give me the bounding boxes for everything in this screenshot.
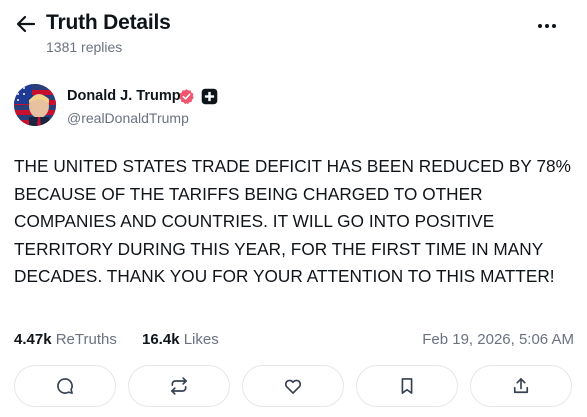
reply-icon: [57, 378, 73, 394]
bookmark-icon: [401, 378, 413, 394]
share-button[interactable]: [470, 365, 572, 407]
post-timestamp: Feb 19, 2026, 5:06 AM: [422, 331, 574, 348]
author-handle[interactable]: @realDonaldTrump: [67, 110, 189, 126]
retruth-icon: [171, 377, 187, 395]
page-header: Truth Details 1381 replies: [0, 0, 587, 62]
verified-badge-icon: [179, 89, 194, 105]
heart-icon: [284, 379, 302, 394]
avatar[interactable]: [14, 84, 56, 126]
post-text: THE UNITED STATES TRADE DEFICIT HAS BEEN…: [14, 156, 571, 287]
page-title: Truth Details: [46, 11, 171, 34]
author-name[interactable]: Donald J. Trump: [67, 88, 181, 104]
post-stats: 4.47k ReTruths 16.4k Likes Feb 19, 2026,…: [14, 331, 574, 351]
share-icon: [513, 378, 529, 394]
back-button[interactable]: [14, 12, 38, 36]
avatar-image: [14, 84, 56, 126]
retruths-label: ReTruths: [55, 331, 117, 348]
retruth-button[interactable]: [128, 365, 230, 407]
retruths-count: 4.47k: [14, 331, 52, 348]
reply-count: 1381 replies: [46, 39, 123, 55]
retruths-stat[interactable]: 4.47k ReTruths: [14, 331, 117, 348]
post-author: Donald J. Trump @realDonaldTrump: [14, 84, 574, 130]
bookmark-button[interactable]: [356, 365, 458, 407]
reply-button[interactable]: [14, 365, 116, 407]
post-actions: [14, 365, 574, 409]
likes-stat[interactable]: 16.4k Likes: [142, 331, 219, 348]
likes-label: Likes: [183, 331, 219, 348]
like-button[interactable]: [242, 365, 344, 407]
more-horizontal-icon: [538, 24, 556, 28]
plus-badge-icon: [201, 88, 218, 105]
more-options-button[interactable]: [535, 14, 559, 38]
likes-count: 16.4k: [142, 331, 180, 348]
arrow-left-icon: [16, 15, 36, 33]
